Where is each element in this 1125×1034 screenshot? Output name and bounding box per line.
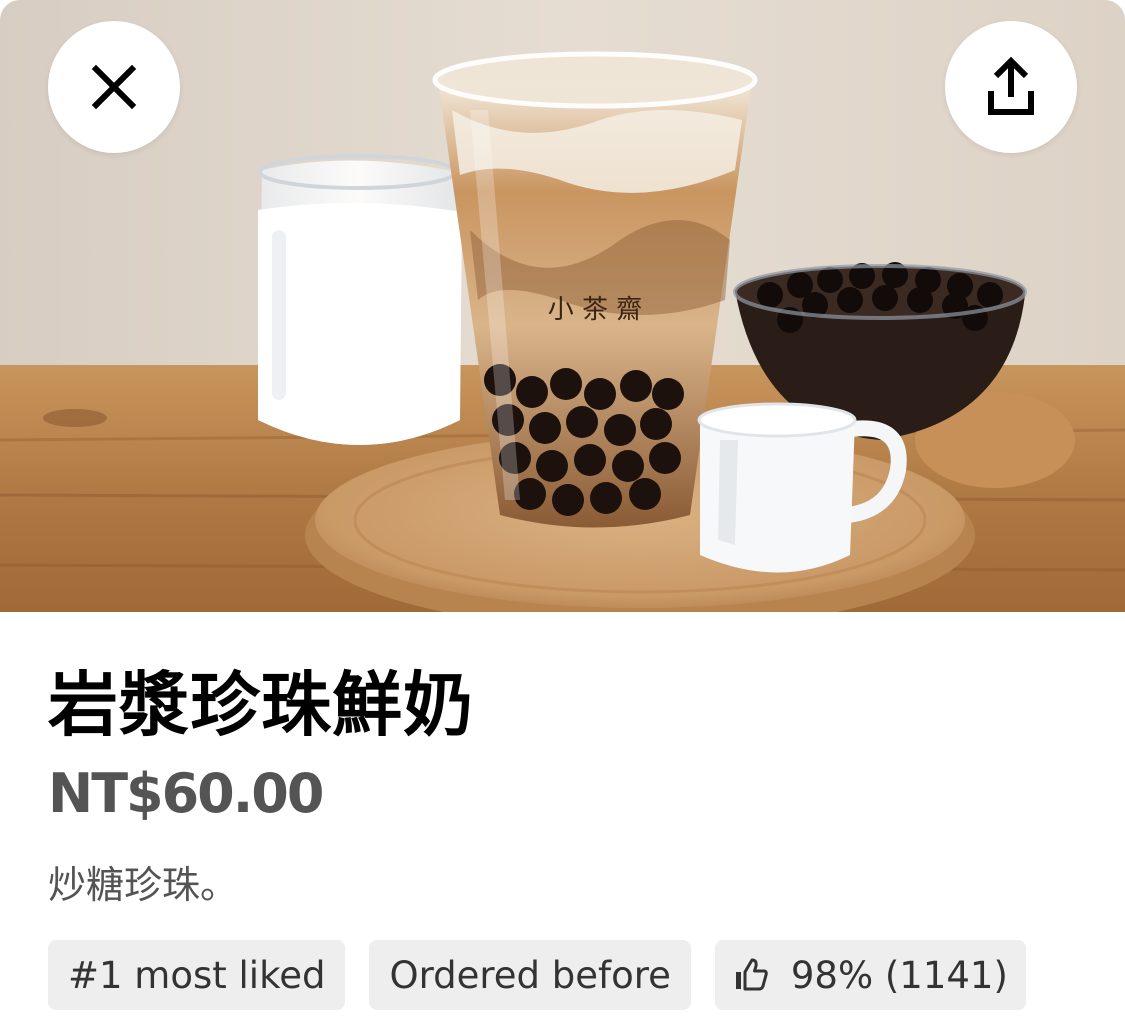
item-description: 炒糖珍珠。 [48,863,239,907]
item-photo: 小 茶 齋 [0,0,1125,612]
item-badges: #1 most liked Ordered before 98% (1141) [48,940,1026,1010]
close-icon [91,64,137,110]
ordered-before-label: Ordered before [389,953,671,997]
close-button[interactable] [48,21,180,153]
rating-badge: 98% (1141) [714,940,1026,1010]
item-price: NT$60.00 [48,762,324,825]
most-liked-badge: #1 most liked [48,940,346,1010]
most-liked-label: #1 most liked [68,953,326,997]
rating-value: 98% (1141) [790,953,1008,997]
ordered-before-badge: Ordered before [369,940,691,1010]
thumbs-up-icon [735,958,768,991]
cup-print-text: 小 茶 齋 [548,295,643,325]
share-button[interactable] [945,21,1077,153]
share-icon [988,57,1034,115]
item-name: 岩漿珍珠鮮奶 [48,664,474,746]
